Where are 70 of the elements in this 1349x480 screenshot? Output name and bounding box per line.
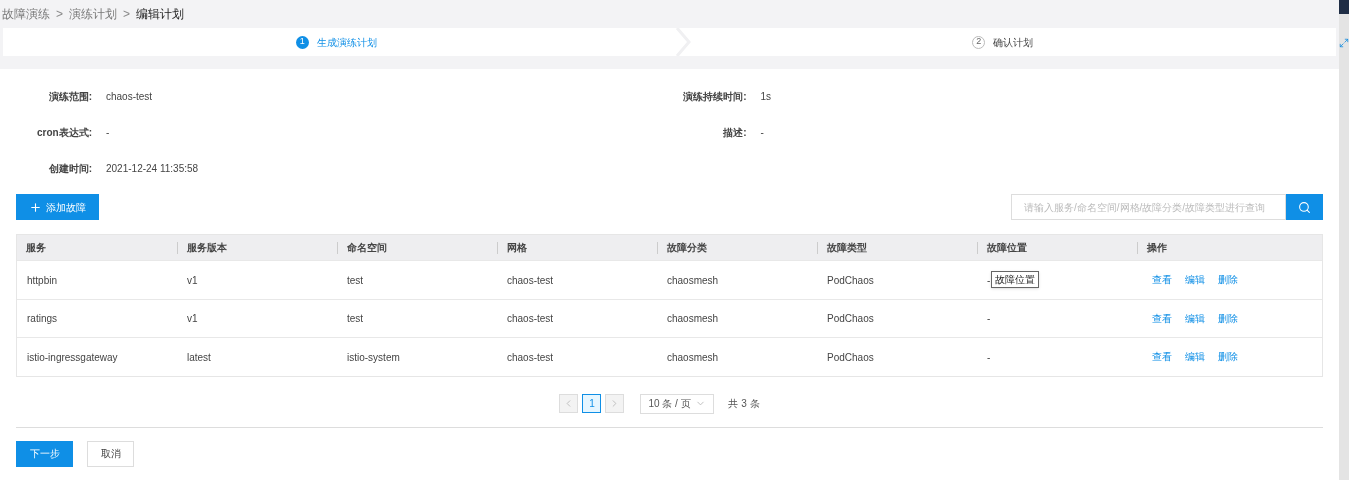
- table-cell: chaosmesh: [667, 274, 719, 286]
- step-label: 确认计划: [993, 35, 1034, 50]
- search-button[interactable]: [1286, 194, 1323, 220]
- next-button[interactable]: 下一步: [16, 440, 73, 467]
- previous-page-button[interactable]: [559, 394, 579, 413]
- window-edge-bar: [1339, 0, 1349, 14]
- action-link[interactable]: 编辑: [1185, 272, 1205, 288]
- table-cell: v1: [187, 313, 198, 324]
- add-fault-button[interactable]: 添加故障: [16, 194, 99, 220]
- expand-icon[interactable]: [1339, 38, 1349, 48]
- step-number: 1: [295, 35, 309, 49]
- table-cell: test: [347, 274, 364, 286]
- breadcrumb-item[interactable]: 故障演练: [2, 5, 50, 23]
- table-cell: latest: [187, 351, 211, 363]
- column-header: 故障类型: [827, 241, 867, 255]
- action-link[interactable]: 编辑: [1185, 310, 1205, 326]
- breadcrumb-separator: >: [123, 6, 131, 23]
- table-cell: -: [987, 274, 991, 286]
- breadcrumb-item[interactable]: 演练计划: [69, 5, 117, 23]
- detail-label: 演练持续时间:: [682, 89, 747, 104]
- action-link[interactable]: 删除: [1218, 349, 1238, 365]
- table-cell: PodChaos: [827, 351, 874, 363]
- column-header: 网格: [507, 241, 527, 255]
- action-link[interactable]: 查看: [1152, 349, 1172, 365]
- column-header: 故障分类: [667, 241, 707, 255]
- column-header: 命名空间: [347, 241, 387, 255]
- table-cell: chaos-test: [507, 313, 554, 324]
- action-link[interactable]: 查看: [1152, 272, 1172, 288]
- search-icon: [1298, 200, 1311, 214]
- detail-value: 2021-12-24 11:35:58: [106, 161, 199, 176]
- action-link[interactable]: 编辑: [1185, 349, 1205, 365]
- table-cell: v1: [187, 274, 198, 286]
- breadcrumb-item: 编辑计划: [136, 6, 185, 23]
- column-header: 服务版本: [187, 241, 227, 255]
- detail-value: chaos-test: [106, 89, 153, 104]
- table-cell: PodChaos: [827, 313, 874, 324]
- detail-label: 描述:: [722, 125, 747, 140]
- table-cell: chaosmesh: [667, 351, 719, 363]
- table-cell: test: [347, 313, 364, 324]
- plus-icon: [29, 200, 42, 214]
- table-cell: httpbin: [27, 274, 58, 286]
- tooltip: 故障位置: [991, 270, 1039, 288]
- detail-value: -: [760, 125, 764, 140]
- next-page-button[interactable]: [605, 394, 625, 413]
- detail-value: 1s: [760, 89, 772, 104]
- column-header: 操作: [1147, 241, 1167, 255]
- table-cell: istio-ingressgateway: [27, 351, 118, 363]
- action-link[interactable]: 删除: [1218, 310, 1238, 326]
- step-label: 生成演练计划: [316, 35, 377, 50]
- detail-label: 创建时间:: [47, 161, 92, 176]
- page-size-select[interactable]: 10 条 / 页: [640, 393, 715, 414]
- cancel-button[interactable]: 取消: [87, 440, 134, 467]
- table-cell: PodChaos: [827, 274, 874, 286]
- detail-label: cron表达式:: [36, 125, 92, 140]
- total-count: 共 3 条: [728, 397, 760, 411]
- detail-label: 演练范围:: [47, 89, 92, 104]
- table-cell: ratings: [27, 313, 57, 324]
- table-cell: -: [987, 351, 991, 363]
- detail-value: -: [106, 125, 110, 140]
- table-cell: chaos-test: [507, 274, 554, 286]
- table-cell: -: [987, 313, 991, 324]
- column-header: 服务: [26, 241, 46, 255]
- column-header: 故障位置: [987, 241, 1027, 255]
- table-cell: chaos-test: [507, 351, 554, 363]
- action-link[interactable]: 删除: [1218, 272, 1238, 288]
- action-link[interactable]: 查看: [1152, 310, 1172, 326]
- breadcrumb-separator: >: [56, 6, 63, 23]
- table-cell: chaosmesh: [667, 313, 719, 324]
- table-cell: istio-system: [347, 351, 400, 363]
- page-button[interactable]: 1: [582, 394, 602, 413]
